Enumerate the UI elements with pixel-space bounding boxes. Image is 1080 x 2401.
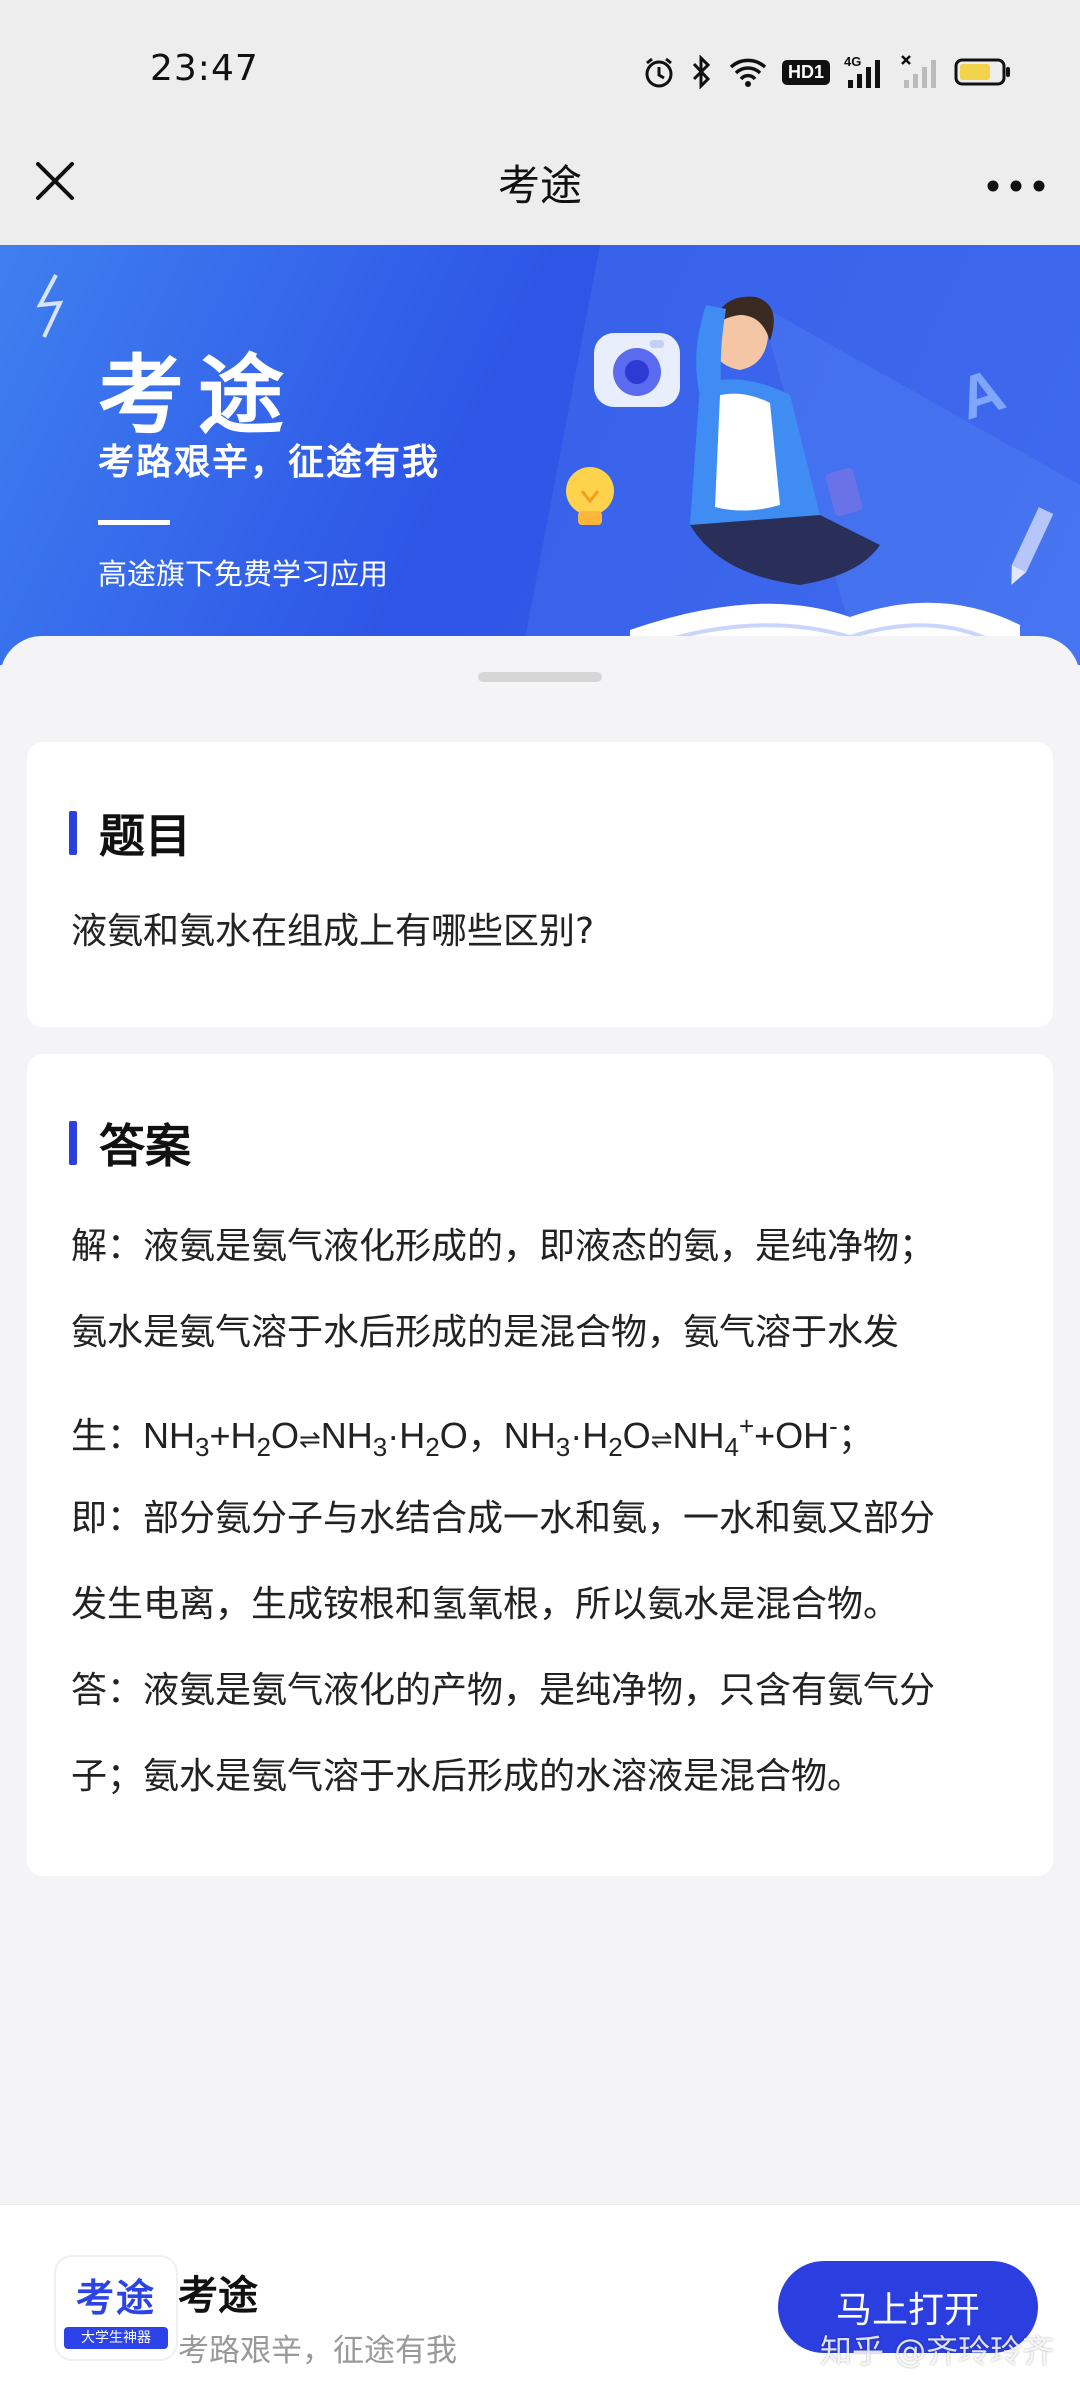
answer-heading: 答案 [99,1119,191,1173]
hd-badge: HD1 [781,59,830,85]
more-button[interactable] [986,178,1046,192]
banner-slogan: 考路艰辛，征途有我 [98,442,441,483]
sheet-drag-handle[interactable] [478,672,602,682]
watermark: 知乎 @齐玲玲齐 [820,2332,1055,2370]
answer-line: 子；氨水是氨气溶于水后形成的水溶液是混合物。 [71,1756,864,1797]
status-bar: 23:47 HD1 4G [0,0,1080,140]
status-time: 23:47 [150,48,259,89]
app-name: 考途 [178,2273,258,2319]
logo-tag: 大学生神器 [64,2327,168,2349]
answer-line: 答：液氨是氨气液化的产物，是纯净物，只含有氨气分 [71,1670,936,1711]
navbar: 考途 [0,140,1080,245]
answer-line: 解：液氨是氨气液化形成的，即液态的氨，是纯净物； [71,1226,936,1267]
banner-subtitle: 高途旗下免费学习应用 [98,557,389,591]
answer-card: 答案 解：液氨是氨气液化形成的，即液态的氨，是纯净物； 氨水是氨气溶于水后形成的… [27,1054,1053,1876]
page-title: 考途 [497,161,582,210]
4g-signal-icon: 4G [844,54,886,90]
answer-line: 即：部分氨分子与水结合成一水和氨，一水和氨又部分 [71,1498,936,1539]
app-slogan: 考路艰辛，征途有我 [178,2333,457,2369]
banner-title: 考途 [98,346,298,446]
alarm-icon [642,55,676,89]
heading-accent-bar [69,1121,77,1165]
more-icon [987,180,1045,192]
bluetooth-icon [690,55,714,89]
question-heading: 题目 [99,809,191,863]
answer-header: 答案 [69,1110,191,1176]
question-text: 液氨和氨水在组成上有哪些区别? [71,911,595,952]
answer-body: 解：液氨是氨气液化形成的，即液态的氨，是纯净物； 氨水是氨气溶于水后形成的是混合… [71,1204,1021,1820]
promo-banner[interactable]: A 考途 考路艰辛，征途有我 高途旗下免费学习应用 [0,245,1080,665]
status-icons: HD1 4G [642,52,1012,92]
question-card: 题目 液氨和氨水在组成上有哪些区别? [27,742,1053,1027]
app-logo[interactable]: 考途 大学生神器 [54,2255,178,2361]
wifi-icon [728,55,768,89]
heading-accent-bar [69,811,77,855]
formula-prefix: 生： [71,1416,144,1457]
answer-formula-line: 生：NH3+H2O⇌NH3·H2O，NH3·H2O⇌NH4++OH-； [71,1376,1021,1476]
battery-icon [954,57,1012,87]
banner-divider [98,520,170,525]
question-header: 题目 [69,800,191,866]
answer-line: 氨水是氨气溶于水后形成的是混合物，氨气溶于水发 [71,1312,900,1353]
4g-label: 4G [844,54,861,69]
camera-icon [594,333,680,407]
logo-text: 考途 [75,2276,156,2320]
signal-icon [900,54,940,90]
chemical-equation: NH3+H2O⇌NH3·H2O，NH3·H2O⇌NH4++OH-； [143,1411,874,1463]
answer-line: 发生电离，生成铵根和氢氧根，所以氨水是混合物。 [71,1584,900,1625]
